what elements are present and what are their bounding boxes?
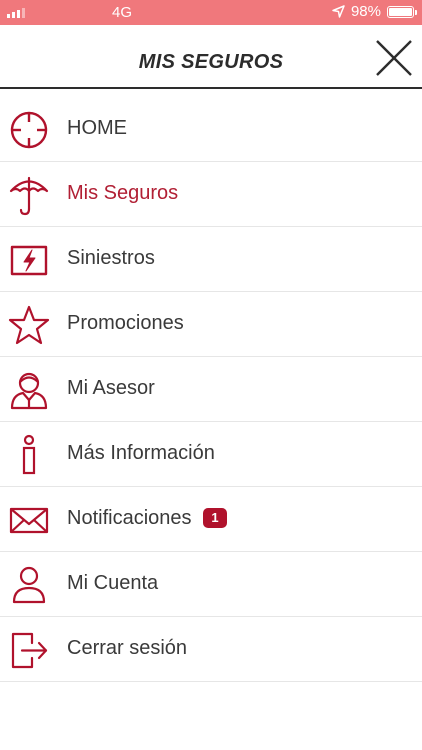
menu-item-promociones[interactable]: Promociones bbox=[0, 292, 422, 357]
envelope-icon bbox=[8, 499, 50, 541]
menu-item-home[interactable]: HOME bbox=[0, 97, 422, 162]
close-icon bbox=[376, 40, 412, 76]
battery-percent: 98% bbox=[350, 3, 381, 20]
status-bar: 4G 98% bbox=[0, 0, 422, 25]
advisor-icon bbox=[8, 369, 50, 411]
notification-count-badge: 1 bbox=[203, 508, 227, 528]
side-menu: HOME Mis Seguros Siniestros Promociones bbox=[0, 97, 422, 682]
menu-item-mi-cuenta[interactable]: Mi Cuenta bbox=[0, 552, 422, 617]
menu-label-promociones: Promociones bbox=[67, 312, 184, 334]
menu-label-siniestros: Siniestros bbox=[67, 247, 155, 269]
menu-item-mis-seguros[interactable]: Mis Seguros bbox=[0, 162, 422, 227]
menu-label-notificaciones: Notificaciones bbox=[67, 507, 192, 529]
star-icon bbox=[8, 304, 50, 346]
menu-label-cerrar-sesion: Cerrar sesión bbox=[67, 637, 188, 659]
menu-label-home: HOME bbox=[67, 117, 127, 139]
menu-item-notificaciones[interactable]: Notificaciones 1 bbox=[0, 487, 422, 552]
home-crosshair-icon bbox=[8, 109, 50, 151]
menu-label-mi-asesor: Mi Asesor bbox=[67, 377, 155, 399]
close-button[interactable] bbox=[375, 39, 413, 77]
user-icon bbox=[8, 564, 50, 606]
logout-icon bbox=[8, 629, 50, 671]
menu-label-mas-informacion: Más Información bbox=[67, 442, 215, 464]
menu-item-mi-asesor[interactable]: Mi Asesor bbox=[0, 357, 422, 422]
network-type: 4G bbox=[111, 4, 132, 21]
location-arrow-icon bbox=[332, 5, 345, 18]
page-title: MIS SEGUROS bbox=[138, 51, 284, 73]
header: MIS SEGUROS bbox=[0, 25, 422, 89]
battery-icon bbox=[387, 5, 417, 18]
menu-label-mi-cuenta: Mi Cuenta bbox=[67, 572, 159, 594]
menu-item-cerrar-sesion[interactable]: Cerrar sesión bbox=[0, 617, 422, 682]
menu-label-mis-seguros: Mis Seguros bbox=[67, 182, 179, 204]
umbrella-icon bbox=[8, 174, 50, 216]
info-icon bbox=[8, 434, 50, 476]
menu-item-siniestros[interactable]: Siniestros bbox=[0, 227, 422, 292]
menu-item-mas-informacion[interactable]: Más Información bbox=[0, 422, 422, 487]
lightning-claim-icon bbox=[8, 239, 50, 281]
